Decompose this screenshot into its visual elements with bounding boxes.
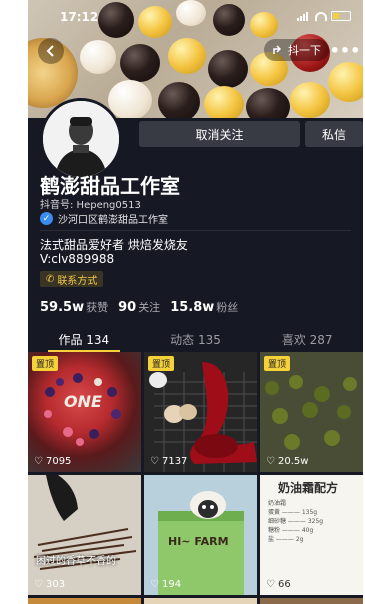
heart-icon: ♡ bbox=[150, 456, 159, 467]
chevron-left-icon bbox=[46, 45, 54, 57]
profile-screen: 17:12 抖一下 ••• 取消关注 私信 鹤澎甜品工作室 抖音号: Hepen… bbox=[28, 0, 363, 604]
unfollow-button[interactable]: 取消关注 bbox=[139, 121, 300, 147]
avatar-photo bbox=[43, 101, 119, 177]
stat-label: 关注 bbox=[138, 301, 161, 314]
contact-label: 联系方式 bbox=[57, 275, 98, 287]
like-count: ♡ 303 bbox=[34, 579, 65, 590]
tab-moments[interactable]: 动态 135 bbox=[140, 326, 252, 352]
profile-name: 鹤澎甜品工作室 bbox=[40, 174, 180, 198]
avatar[interactable] bbox=[40, 98, 122, 180]
stat-following[interactable]: 90 关注 bbox=[118, 296, 160, 315]
thumbnail-text: HI~ FARM bbox=[168, 535, 229, 548]
stat-likes[interactable]: 59.5w 获赞 bbox=[40, 296, 108, 315]
contact-button[interactable]: ✆ 联系方式 bbox=[40, 271, 104, 287]
share-button[interactable]: 抖一下 bbox=[264, 39, 329, 61]
recipe-line: 细砂糖 ——— 325g bbox=[268, 518, 324, 525]
douyin-id: 抖音号: Hepeng0513 bbox=[40, 200, 141, 211]
heart-icon: ♡ bbox=[34, 456, 43, 467]
thumbnail-title: 奶油霜配方 bbox=[278, 481, 339, 495]
video-thumbnail[interactable]: 置顶 ♡ 7137 bbox=[144, 352, 257, 472]
recipe-line: 蛋黄 ——— 135g bbox=[268, 509, 318, 516]
status-bar: 17:12 bbox=[28, 8, 363, 26]
like-count: ♡ 66 bbox=[266, 579, 291, 590]
verified-badge: ✓ 沙河口区鹤澎甜品工作室 bbox=[40, 211, 168, 226]
heart-icon: ♡ bbox=[266, 579, 275, 590]
signal-icon bbox=[297, 11, 311, 21]
divider bbox=[40, 230, 351, 231]
like-count: ♡ 7095 bbox=[34, 456, 71, 467]
like-count: ♡ 20.5w bbox=[266, 456, 308, 467]
stat-number: 90 bbox=[118, 300, 137, 315]
bio-line-2: V:clv889988 bbox=[40, 252, 115, 266]
chocolate-image bbox=[28, 475, 141, 595]
verified-check-icon: ✓ bbox=[40, 212, 53, 225]
message-button[interactable]: 私信 bbox=[305, 121, 363, 147]
stat-followers[interactable]: 15.8w 粉丝 bbox=[170, 296, 238, 315]
verified-text: 沙河口区鹤澎甜品工作室 bbox=[58, 215, 168, 226]
video-thumbnail[interactable] bbox=[28, 598, 141, 604]
stat-number: 15.8w bbox=[170, 300, 215, 315]
video-thumbnail[interactable]: ONE 置顶 ♡ 7095 bbox=[28, 352, 141, 472]
thumbnail-text: ONE bbox=[64, 392, 102, 411]
video-thumbnail[interactable]: 置顶 ♡ 20.5w bbox=[260, 352, 363, 472]
tab-works[interactable]: 作品 134 bbox=[28, 326, 140, 352]
bio-line-1: 法式甜品爱好者 烘焙发烧友 bbox=[40, 238, 188, 252]
tab-likes[interactable]: 喜欢 287 bbox=[251, 326, 363, 352]
more-options-button[interactable]: ••• bbox=[330, 38, 361, 62]
recipe-line: 糖粉 ——— 40g bbox=[268, 527, 314, 534]
video-grid: ONE 置顶 ♡ 7095 置顶 ♡ 7137 置顶 ♡ 20.5w 困过的香草… bbox=[28, 352, 363, 604]
like-number: 20.5w bbox=[277, 456, 309, 467]
stat-label: 粉丝 bbox=[216, 301, 239, 314]
like-number: 7095 bbox=[45, 456, 72, 467]
video-thumbnail[interactable] bbox=[260, 598, 363, 604]
wifi-icon bbox=[315, 11, 327, 21]
video-thumbnail[interactable]: 奶油霜配方 奶油霜 蛋黄 ——— 135g 细砂糖 ——— 325g 糖粉 ——… bbox=[260, 475, 363, 595]
stat-label: 获赞 bbox=[86, 301, 109, 314]
battery-icon bbox=[331, 11, 351, 21]
pinned-badge: 置顶 bbox=[32, 356, 59, 371]
share-label: 抖一下 bbox=[288, 44, 321, 57]
recipe-line: 奶油霜 bbox=[268, 500, 287, 507]
share-icon bbox=[273, 45, 282, 54]
status-time: 17:12 bbox=[60, 10, 99, 24]
like-number: 7137 bbox=[161, 456, 188, 467]
like-number: 303 bbox=[45, 579, 66, 590]
recipe-text: 奶油霜 蛋黄 ——— 135g 细砂糖 ——— 325g 糖粉 ——— 40g … bbox=[268, 499, 323, 544]
thumbnail-caption: 困过的香草不香的 bbox=[36, 556, 116, 567]
like-number: 66 bbox=[277, 579, 291, 590]
stat-number: 59.5w bbox=[40, 300, 85, 315]
recipe-line: 盐 ——— 2g bbox=[268, 536, 304, 543]
heart-icon: ♡ bbox=[266, 456, 275, 467]
video-thumbnail[interactable]: HI~ FARM ♡ 194 bbox=[144, 475, 257, 595]
more-icon: ••• bbox=[329, 40, 361, 60]
phone-icon: ✆ bbox=[46, 273, 55, 285]
back-button[interactable] bbox=[38, 38, 64, 64]
like-count: ♡ 194 bbox=[150, 579, 181, 590]
like-count: ♡ 7137 bbox=[150, 456, 187, 467]
video-thumbnail[interactable]: 困过的香草不香的 ♡ 303 bbox=[28, 475, 141, 595]
video-thumbnail[interactable] bbox=[144, 598, 257, 604]
heart-icon: ♡ bbox=[150, 579, 159, 590]
heart-icon: ♡ bbox=[34, 579, 43, 590]
like-number: 194 bbox=[161, 579, 182, 590]
profile-stats: 59.5w 获赞 90 关注 15.8w 粉丝 bbox=[40, 296, 238, 315]
pinned-badge: 置顶 bbox=[148, 356, 175, 371]
pinned-badge: 置顶 bbox=[264, 356, 291, 371]
profile-tabs: 作品 134 动态 135 喜欢 287 bbox=[28, 326, 363, 352]
